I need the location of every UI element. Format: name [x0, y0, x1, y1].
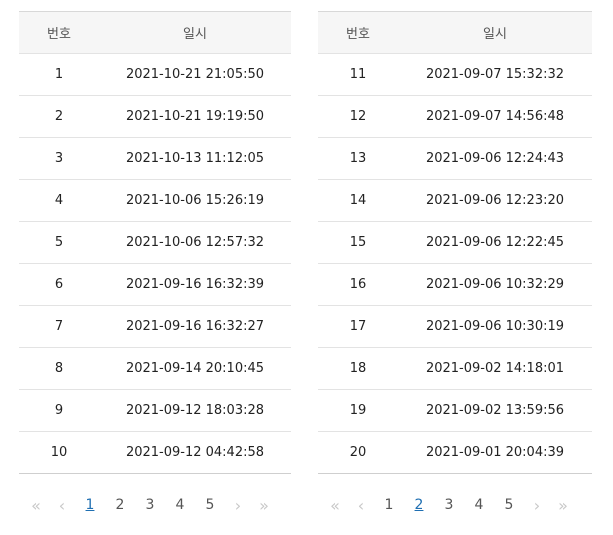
row-datetime: 2021-09-07 15:32:32 [425, 67, 565, 82]
row-datetime: 2021-09-06 12:23:20 [425, 193, 565, 208]
row-datetime: 2021-09-06 12:22:45 [425, 235, 565, 250]
chevron-left-icon[interactable]: ‹ [49, 496, 75, 515]
table-row: 5 2021-10-06 12:57:32 [19, 222, 291, 264]
row-datetime: 2021-09-06 10:30:19 [425, 319, 565, 334]
header-row: 번호 일시 [318, 11, 592, 54]
page-link-5[interactable]: 5 [195, 497, 225, 513]
page-link-4[interactable]: 4 [165, 497, 195, 513]
row-datetime: 2021-10-06 12:57:32 [125, 235, 265, 250]
row-number: 2 [54, 109, 64, 124]
double-chevron-left-icon[interactable]: « [23, 496, 49, 515]
row-number: 12 [349, 109, 367, 124]
double-chevron-right-icon[interactable]: » [251, 496, 277, 515]
row-datetime: 2021-10-21 19:19:50 [125, 109, 265, 124]
table-row: 3 2021-10-13 11:12:05 [19, 138, 291, 180]
table-row: 16 2021-09-06 10:32:29 [318, 264, 592, 306]
row-number: 5 [54, 235, 64, 250]
page-link-4[interactable]: 4 [464, 497, 494, 513]
row-number: 6 [54, 277, 64, 292]
row-datetime: 2021-09-06 10:32:29 [425, 277, 565, 292]
table-row: 17 2021-09-06 10:30:19 [318, 306, 592, 348]
row-number: 16 [349, 277, 367, 292]
row-number: 9 [54, 403, 64, 418]
table-row: 6 2021-09-16 16:32:39 [19, 264, 291, 306]
table-row: 12 2021-09-07 14:56:48 [318, 96, 592, 138]
table-row: 2 2021-10-21 19:19:50 [19, 96, 291, 138]
table-header: 번호 일시 [318, 11, 592, 54]
chevron-left-icon[interactable]: ‹ [348, 496, 374, 515]
row-number: 17 [349, 319, 367, 334]
row-number: 11 [349, 67, 367, 82]
row-number: 1 [54, 67, 64, 82]
row-datetime: 2021-09-12 04:42:58 [125, 445, 265, 460]
page-link-1[interactable]: 1 [75, 497, 105, 513]
double-chevron-left-icon[interactable]: « [322, 496, 348, 515]
page-link-3[interactable]: 3 [434, 497, 464, 513]
table-header: 번호 일시 [19, 11, 291, 54]
row-datetime: 2021-09-16 16:32:27 [125, 319, 265, 334]
page-link-2[interactable]: 2 [105, 497, 135, 513]
table-row: 14 2021-09-06 12:23:20 [318, 180, 592, 222]
table-body: 1 2021-10-21 21:05:50 2 2021-10-21 19:19… [19, 54, 291, 474]
table-row: 7 2021-09-16 16:32:27 [19, 306, 291, 348]
row-datetime: 2021-09-02 13:59:56 [425, 403, 565, 418]
table-row: 15 2021-09-06 12:22:45 [318, 222, 592, 264]
row-number: 10 [50, 445, 68, 460]
table-row: 8 2021-09-14 20:10:45 [19, 348, 291, 390]
row-datetime: 2021-10-21 21:05:50 [125, 67, 265, 82]
row-datetime: 2021-09-12 18:03:28 [125, 403, 265, 418]
row-datetime: 2021-09-07 14:56:48 [425, 109, 565, 124]
row-datetime: 2021-09-16 16:32:39 [125, 277, 265, 292]
table-row: 1 2021-10-21 21:05:50 [19, 54, 291, 96]
table-row: 10 2021-09-12 04:42:58 [19, 432, 291, 474]
table-body: 11 2021-09-07 15:32:32 12 2021-09-07 14:… [318, 54, 592, 474]
page-link-1[interactable]: 1 [374, 497, 404, 513]
row-number: 14 [349, 193, 367, 208]
row-datetime: 2021-09-14 20:10:45 [125, 361, 265, 376]
log-table-right: 번호 일시 11 2021-09-07 15:32:32 12 2021-09-… [318, 11, 592, 474]
table-row: 20 2021-09-01 20:04:39 [318, 432, 592, 474]
row-number: 13 [349, 151, 367, 166]
table-row: 13 2021-09-06 12:24:43 [318, 138, 592, 180]
pagination-right: « ‹ 1 2 3 4 5 › » [318, 490, 592, 520]
row-number: 4 [54, 193, 64, 208]
page-link-3[interactable]: 3 [135, 497, 165, 513]
chevron-right-icon[interactable]: › [524, 496, 550, 515]
page-link-5[interactable]: 5 [494, 497, 524, 513]
row-number: 3 [54, 151, 64, 166]
row-number: 20 [349, 445, 367, 460]
chevron-right-icon[interactable]: › [225, 496, 251, 515]
row-datetime: 2021-09-02 14:18:01 [425, 361, 565, 376]
column-header-number: 번호 [346, 27, 370, 42]
page-link-2[interactable]: 2 [404, 497, 434, 513]
double-chevron-right-icon[interactable]: » [550, 496, 576, 515]
row-number: 15 [349, 235, 367, 250]
column-header-datetime: 일시 [483, 27, 507, 42]
row-datetime: 2021-09-06 12:24:43 [425, 151, 565, 166]
table-row: 19 2021-09-02 13:59:56 [318, 390, 592, 432]
column-header-number: 번호 [47, 27, 71, 42]
log-table-left: 번호 일시 1 2021-10-21 21:05:50 2 2021-10-21… [19, 11, 291, 474]
row-datetime: 2021-09-01 20:04:39 [425, 445, 565, 460]
pagination-left: « ‹ 1 2 3 4 5 › » [19, 490, 291, 520]
table-row: 9 2021-09-12 18:03:28 [19, 390, 291, 432]
log-table-right-panel: 번호 일시 11 2021-09-07 15:32:32 12 2021-09-… [318, 11, 592, 474]
row-number: 8 [54, 361, 64, 376]
row-datetime: 2021-10-13 11:12:05 [125, 151, 265, 166]
row-number: 18 [349, 361, 367, 376]
row-number: 19 [349, 403, 367, 418]
table-row: 11 2021-09-07 15:32:32 [318, 54, 592, 96]
table-row: 18 2021-09-02 14:18:01 [318, 348, 592, 390]
table-row: 4 2021-10-06 15:26:19 [19, 180, 291, 222]
row-number: 7 [54, 319, 64, 334]
row-datetime: 2021-10-06 15:26:19 [125, 193, 265, 208]
header-row: 번호 일시 [19, 11, 291, 54]
column-header-datetime: 일시 [183, 27, 207, 42]
log-table-left-panel: 번호 일시 1 2021-10-21 21:05:50 2 2021-10-21… [19, 11, 291, 474]
